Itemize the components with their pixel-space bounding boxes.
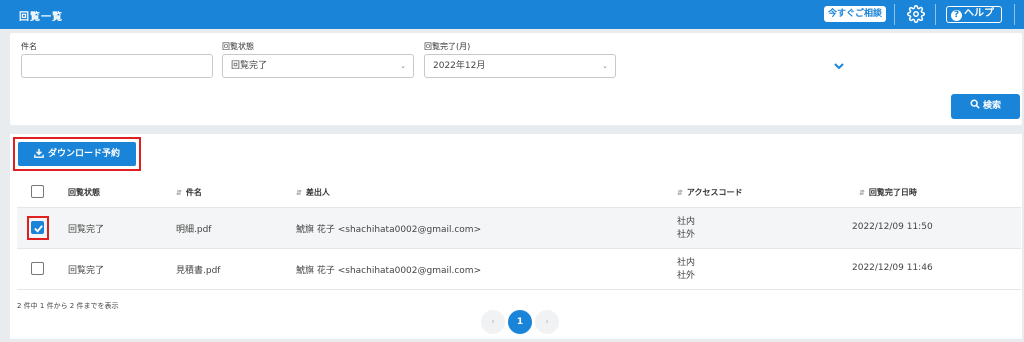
divider (1014, 4, 1015, 25)
completion-month-value: 2022年12月 (433, 61, 486, 71)
row-checkbox[interactable] (31, 221, 44, 234)
access-code-external: 社外 (677, 271, 696, 281)
top-bar: 回覧一覧 今すぐご相談 ? ヘルプ (0, 0, 1024, 29)
column-header-subject-label: 件名 (185, 188, 202, 197)
page-button[interactable]: 1 (508, 310, 532, 334)
row-access-code: 社内 社外 (677, 216, 695, 242)
row-subject[interactable]: 見積書.pdf (176, 263, 220, 276)
column-header-subject[interactable]: ⇵ 件名 (176, 187, 202, 198)
subject-input[interactable] (21, 54, 213, 78)
table-row[interactable]: 回覧完了 明細.pdf 鯱旗 花子 <shachihata0002@gmail.… (17, 208, 1021, 249)
subject-label: 件名 (21, 42, 37, 51)
prev-page-button[interactable]: ‹ (481, 310, 505, 334)
help-label: ヘルプ (964, 8, 994, 19)
column-header-completed-at-label: 回覧完了日時 (868, 188, 917, 197)
result-count-text: 2 件中 1 件から 2 件までを表示 (17, 302, 119, 310)
row-completed-at: 2022/12/09 11:46 (852, 263, 933, 273)
search-icon (970, 99, 980, 109)
completion-month-label: 回覧完了(月) (424, 42, 471, 51)
results-table: 回覧状態 ⇵ 件名 ⇵ 差出人 ⇵ アクセスコード ⇵ 回覧完了日時 回覧完了 明細.p… (17, 176, 1021, 290)
page-title: 回覧一覧 (19, 12, 63, 23)
status-label: 回覧状態 (222, 42, 254, 51)
next-page-button[interactable]: › (535, 310, 559, 334)
divider (894, 4, 895, 25)
column-header-access-code-label: アクセスコード (686, 188, 743, 197)
row-completed-at: 2022/12/09 11:50 (852, 222, 933, 232)
access-code-internal: 社内 (677, 217, 696, 227)
access-code-external: 社外 (677, 230, 696, 240)
sort-icon: ⇵ (677, 189, 683, 197)
question-icon: ? (951, 10, 962, 21)
table-header: 回覧状態 ⇵ 件名 ⇵ 差出人 ⇵ アクセスコード ⇵ 回覧完了日時 (17, 176, 1021, 208)
column-header-access-code[interactable]: ⇵ アクセスコード (677, 187, 742, 198)
download-icon (34, 148, 44, 158)
consult-button[interactable]: 今すぐご相談 (824, 6, 887, 22)
row-sender: 鯱旗 花子 <shachihata0002@gmail.com> (296, 266, 482, 276)
sort-icon: ⇵ (176, 189, 182, 197)
select-all-checkbox[interactable] (31, 185, 44, 198)
results-panel: ダウンロード予約 回覧状態 ⇵ 件名 ⇵ 差出人 ⇵ アクセスコード ⇵ 回覧完了日時 … (10, 134, 1022, 339)
download-button-highlight: ダウンロード予約 (13, 137, 141, 171)
row-subject[interactable]: 明細.pdf (176, 222, 211, 235)
divider (935, 4, 936, 25)
column-header-completed-at[interactable]: ⇵ 回覧完了日時 (859, 187, 917, 198)
search-panel: 件名 回覧状態 回覧完了 ⌄ 回覧完了(月) 2022年12月 ⌄ 検索 (10, 33, 1022, 125)
row-checkbox[interactable] (31, 262, 44, 275)
row-status: 回覧完了 (68, 266, 105, 276)
row-access-code: 社内 社外 (677, 257, 695, 283)
status-select[interactable]: 回覧完了 ⌄ (222, 54, 414, 78)
help-button[interactable]: ? ヘルプ (946, 6, 1002, 23)
table-row[interactable]: 回覧完了 見積書.pdf 鯱旗 花子 <shachihata0002@gmail… (17, 249, 1021, 290)
completion-month-select[interactable]: 2022年12月 ⌄ (424, 54, 616, 78)
sort-icon: ⇵ (296, 189, 302, 197)
sort-icon: ⇵ (859, 189, 865, 197)
checkmark-icon (34, 225, 43, 233)
column-header-sender-label: 差出人 (305, 188, 330, 197)
column-header-status[interactable]: 回覧状態 (68, 187, 100, 198)
row-status: 回覧完了 (68, 225, 105, 235)
chevron-down-icon: ⌄ (602, 62, 608, 70)
download-reserve-label: ダウンロード予約 (47, 149, 120, 159)
column-header-sender[interactable]: ⇵ 差出人 (296, 187, 330, 198)
row-sender: 鯱旗 花子 <shachihata0002@gmail.com> (296, 225, 482, 235)
expand-chevron-icon[interactable] (832, 59, 846, 73)
download-reserve-button[interactable]: ダウンロード予約 (18, 142, 136, 166)
status-select-value: 回覧完了 (231, 61, 268, 71)
chevron-down-icon: ⌄ (400, 62, 406, 70)
access-code-internal: 社内 (677, 258, 696, 268)
checkbox-highlight (27, 216, 49, 240)
search-button-label: 検索 (982, 101, 1001, 111)
search-button[interactable]: 検索 (951, 94, 1020, 119)
settings-gear-icon[interactable] (907, 5, 925, 23)
